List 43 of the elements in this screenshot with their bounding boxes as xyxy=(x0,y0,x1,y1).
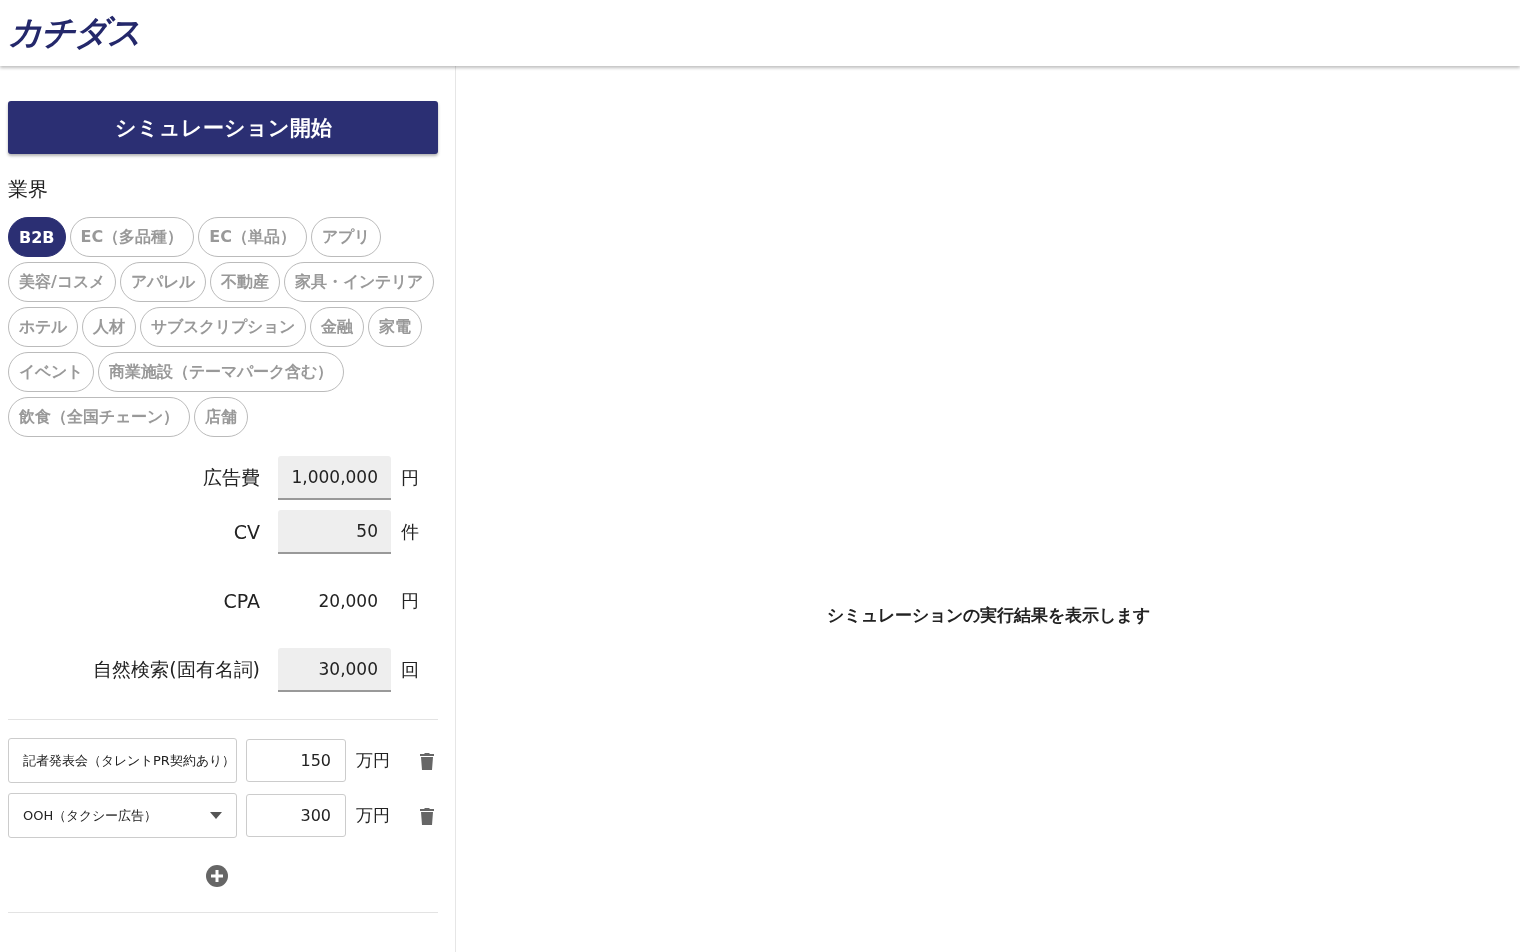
industry-chip[interactable]: アパレル xyxy=(119,262,206,302)
number-field[interactable]: 30,000 xyxy=(278,648,391,692)
trash-icon[interactable] xyxy=(419,751,435,770)
caret-icon xyxy=(210,812,222,819)
amount-field[interactable]: 300 xyxy=(246,794,346,837)
industry-chip[interactable]: 家電 xyxy=(368,307,422,347)
measure-field[interactable]: 記者発表会（タレントPR契約あり） xyxy=(8,738,237,783)
industry-chip[interactable]: EC（単品） xyxy=(198,217,307,257)
industry-chip[interactable]: 飲食（全国チェーン） xyxy=(8,397,190,437)
unit-label: 回 xyxy=(400,658,420,682)
industry-chip[interactable]: B2B xyxy=(8,217,66,257)
industry-chip[interactable]: 不動産 xyxy=(209,262,280,302)
industry-chip[interactable]: 美容/コスメ xyxy=(8,262,116,302)
start-simulation-button[interactable]: シミュレーション開始 xyxy=(8,101,438,154)
industry-chip[interactable]: アプリ xyxy=(310,217,381,257)
industry-chip[interactable]: 店舗 xyxy=(194,397,248,437)
industry-chip[interactable]: サブスクリプション xyxy=(140,307,306,347)
amount-field[interactable]: 150 xyxy=(246,739,346,782)
trash-icon[interactable] xyxy=(419,806,435,825)
industry-chip[interactable]: イベント xyxy=(8,352,94,392)
field-label: CV xyxy=(232,521,261,543)
unit-label: 万円 xyxy=(356,804,391,827)
result-placeholder-message: シミュレーションの実行結果を表示します xyxy=(826,603,1150,627)
industry-chip[interactable]: 金融 xyxy=(310,307,364,347)
unit-label: 件 xyxy=(400,520,420,544)
field-label: CPA xyxy=(222,590,261,612)
field-label: 自然検索(固有名詞) xyxy=(92,657,261,682)
unit-label: 円 xyxy=(400,589,420,613)
add-icon[interactable] xyxy=(204,864,229,888)
industry-chip[interactable]: 家具・インテリア xyxy=(283,262,434,302)
industry-chip[interactable]: EC（多品種） xyxy=(69,217,195,257)
unit-label: 円 xyxy=(400,466,420,490)
industry-chip[interactable]: 商業施設（テーマパーク含む） xyxy=(98,352,344,392)
measure-dropdown[interactable]: OOH（タクシー広告） xyxy=(8,793,237,838)
logo: カチダス xyxy=(8,11,140,54)
industry-label: 業界 xyxy=(8,176,48,203)
industry-chip[interactable]: 人材 xyxy=(82,307,136,347)
computed-value: 20,000 xyxy=(317,591,379,611)
number-field[interactable]: 1,000,000 xyxy=(278,456,391,500)
industry-chip[interactable]: ホテル xyxy=(8,307,78,347)
field-label: 広告費 xyxy=(202,465,261,490)
number-field[interactable]: 50 xyxy=(278,510,391,554)
unit-label: 万円 xyxy=(356,749,391,772)
